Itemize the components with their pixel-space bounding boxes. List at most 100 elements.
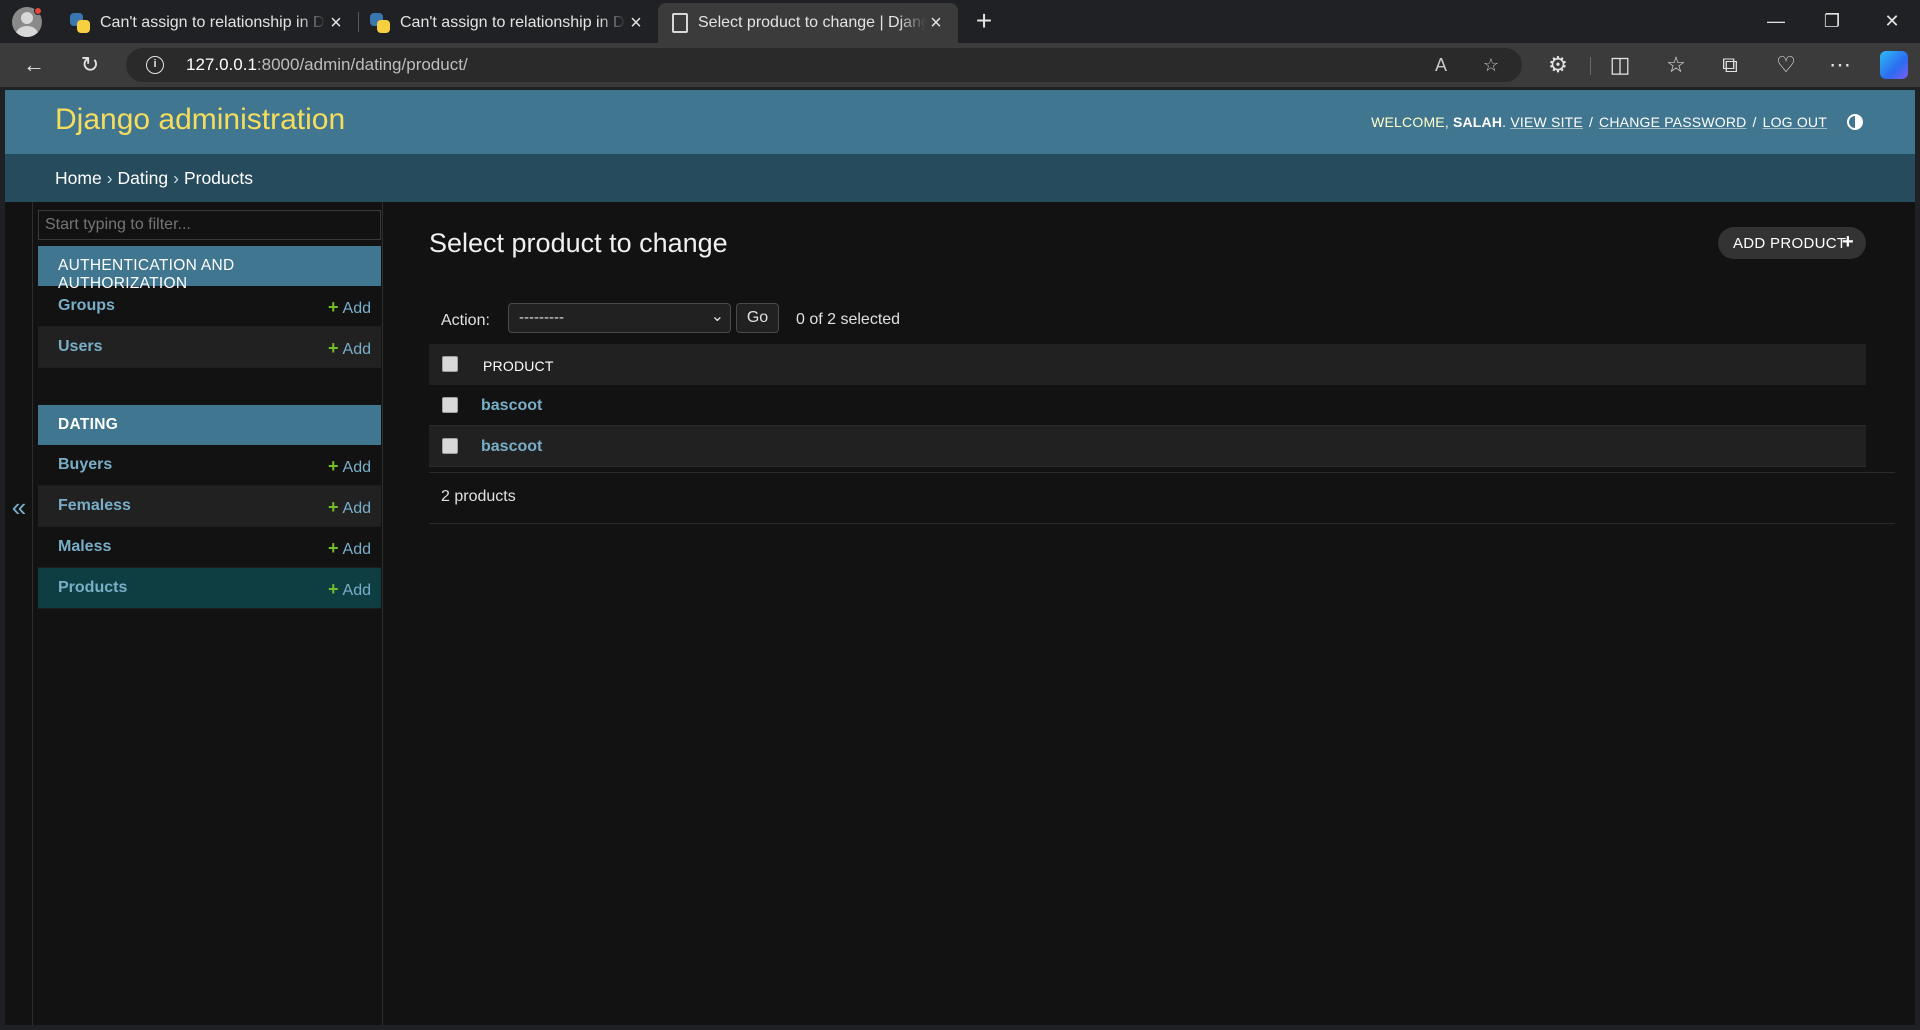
add-users-link[interactable]: + Add (328, 338, 371, 359)
model-link-products[interactable]: Products (58, 579, 127, 597)
product-link[interactable]: bascoot (481, 397, 542, 415)
breadcrumb: Home › Dating › Products (5, 154, 1915, 202)
new-tab-icon[interactable]: + (968, 6, 1000, 38)
back-arrow-icon[interactable]: ← (18, 49, 50, 81)
tab-title: Select product to change | Django (698, 14, 926, 31)
address-bar[interactable]: i 127.0.0.1:8000/admin/dating/product/ A… (126, 48, 1522, 82)
browser-tab-1[interactable]: Can't assign to relationship in Dja × (58, 3, 358, 43)
model-link-users[interactable]: Users (58, 338, 102, 356)
model-link-groups[interactable]: Groups (58, 297, 115, 315)
url-text[interactable]: 127.0.0.1:8000/admin/dating/product/ (186, 55, 468, 75)
sidebar-item-products: Products + Add (38, 568, 381, 609)
more-menu-icon[interactable]: ⋯ (1824, 49, 1856, 81)
url-path: :8000/admin/dating/product/ (256, 55, 468, 74)
nav-sidebar: AUTHENTICATION AND AUTHORIZATION Groups … (34, 202, 383, 1025)
model-link-maless[interactable]: Maless (58, 538, 111, 556)
copilot-icon[interactable] (1880, 51, 1908, 79)
nav-filter-input[interactable] (38, 210, 381, 240)
python-icon (70, 13, 90, 33)
notification-dot-icon (34, 7, 42, 15)
module-caption[interactable]: AUTHENTICATION AND AUTHORIZATION (38, 246, 381, 292)
toggle-nav-sidebar[interactable]: « (5, 202, 33, 1025)
restore-icon[interactable]: ❐ (1804, 0, 1860, 43)
add-product-button[interactable]: ADD PRODUCT + (1718, 227, 1866, 259)
extensions-icon[interactable]: ⚙ (1542, 49, 1574, 81)
welcome-text: WELCOME, (1371, 114, 1449, 130)
sidebar-item-users: Users + Add (38, 327, 381, 368)
close-icon[interactable]: × (926, 12, 946, 35)
add-groups-link[interactable]: + Add (328, 297, 371, 318)
selection-counter: 0 of 2 selected (796, 311, 901, 328)
row-checkbox[interactable] (442, 438, 458, 454)
split-screen-icon[interactable]: ◫ (1604, 49, 1636, 81)
browser-essentials-icon[interactable]: ♡ (1770, 49, 1802, 81)
separator: / (1588, 114, 1594, 130)
favorites-icon[interactable]: ☆ (1660, 49, 1692, 81)
reload-icon[interactable]: ↻ (74, 49, 106, 81)
browser-tab-2[interactable]: Can't assign to relationship in Dja × (358, 3, 658, 43)
table-row: bascoot (429, 426, 1866, 467)
plus-icon: + (328, 538, 339, 558)
paginator: 2 products (429, 472, 1895, 524)
tab-title: Can't assign to relationship in Dja (100, 14, 326, 31)
breadcrumb-home[interactable]: Home (55, 168, 102, 188)
close-icon[interactable]: × (626, 12, 646, 35)
collections-icon[interactable]: ⧉ (1714, 49, 1746, 81)
page-title: Select product to change (429, 228, 728, 258)
go-button[interactable]: Go (736, 303, 779, 333)
tab-title: Can't assign to relationship in Dja (400, 14, 626, 31)
window-close-icon[interactable]: ✕ (1864, 0, 1920, 43)
separator: / (1752, 114, 1757, 130)
minimize-icon[interactable]: — (1748, 0, 1804, 43)
chevron-down-icon: ⌄ (710, 308, 724, 325)
column-header-product[interactable]: PRODUCT (483, 358, 554, 374)
change-password-link[interactable]: CHANGE PASSWORD (1599, 114, 1746, 130)
module-dating: DATING Buyers + Add Femaless + Add Maless … (38, 405, 381, 609)
add-label: Add (342, 459, 371, 476)
row-checkbox[interactable] (442, 397, 458, 413)
plus-icon: + (328, 297, 339, 317)
product-link[interactable]: bascoot (481, 438, 542, 456)
module-auth: AUTHENTICATION AND AUTHORIZATION Groups … (38, 246, 381, 368)
browser-toolbar: ← ↻ i 127.0.0.1:8000/admin/dating/produc… (0, 43, 1920, 87)
breadcrumb-app[interactable]: Dating (118, 168, 169, 188)
view-site-link[interactable]: VIEW SITE (1510, 114, 1583, 130)
result-list-table: PRODUCT bascoot bascoot (429, 344, 1866, 467)
username: SALAH (1452, 114, 1503, 130)
model-link-buyers[interactable]: Buyers (58, 456, 112, 474)
breadcrumb-separator: › (173, 168, 179, 188)
collapse-chevron-icon: « (11, 492, 27, 522)
plus-icon: + (1842, 231, 1854, 253)
table-header-row: PRODUCT (429, 344, 1866, 385)
close-icon[interactable]: × (326, 12, 346, 35)
sidebar-item-buyers: Buyers + Add (38, 445, 381, 486)
browser-tab-active[interactable]: Select product to change | Django × (658, 3, 958, 43)
sidebar-item-femaless: Femaless + Add (38, 486, 381, 527)
add-label: Add (342, 541, 371, 558)
select-all-checkbox[interactable] (442, 356, 458, 372)
action-select-value: --------- (519, 309, 564, 326)
site-branding[interactable]: Django administration (55, 103, 345, 137)
log-out-link[interactable]: LOG OUT (1763, 114, 1827, 130)
user-tools: WELCOME, SALAH. VIEW SITE / CHANGE PASSW… (1371, 114, 1863, 130)
theme-toggle-icon[interactable] (1847, 114, 1863, 130)
favorite-star-icon[interactable]: ☆ (1478, 52, 1504, 78)
python-icon (370, 13, 390, 33)
add-label: Add (342, 500, 371, 517)
add-maless-link[interactable]: + Add (328, 538, 371, 559)
actions-bar: Action: --------- ⌄ Go 0 of 2 selected (429, 298, 1866, 346)
add-buyers-link[interactable]: + Add (328, 456, 371, 477)
module-caption[interactable]: DATING (38, 405, 381, 445)
add-label: Add (342, 341, 371, 358)
browser-tab-bar: Can't assign to relationship in Dja × Ca… (0, 0, 1920, 43)
add-femaless-link[interactable]: + Add (328, 497, 371, 518)
add-products-link[interactable]: + Add (328, 579, 371, 600)
site-info-icon[interactable]: i (146, 56, 164, 74)
add-label: Add (342, 582, 371, 599)
toolbar-divider (1590, 57, 1591, 75)
read-aloud-icon[interactable]: A (1428, 52, 1454, 78)
action-select[interactable]: --------- ⌄ (508, 303, 731, 333)
model-link-femaless[interactable]: Femaless (58, 497, 131, 515)
plus-icon: + (328, 338, 339, 358)
add-label: Add (342, 300, 371, 317)
